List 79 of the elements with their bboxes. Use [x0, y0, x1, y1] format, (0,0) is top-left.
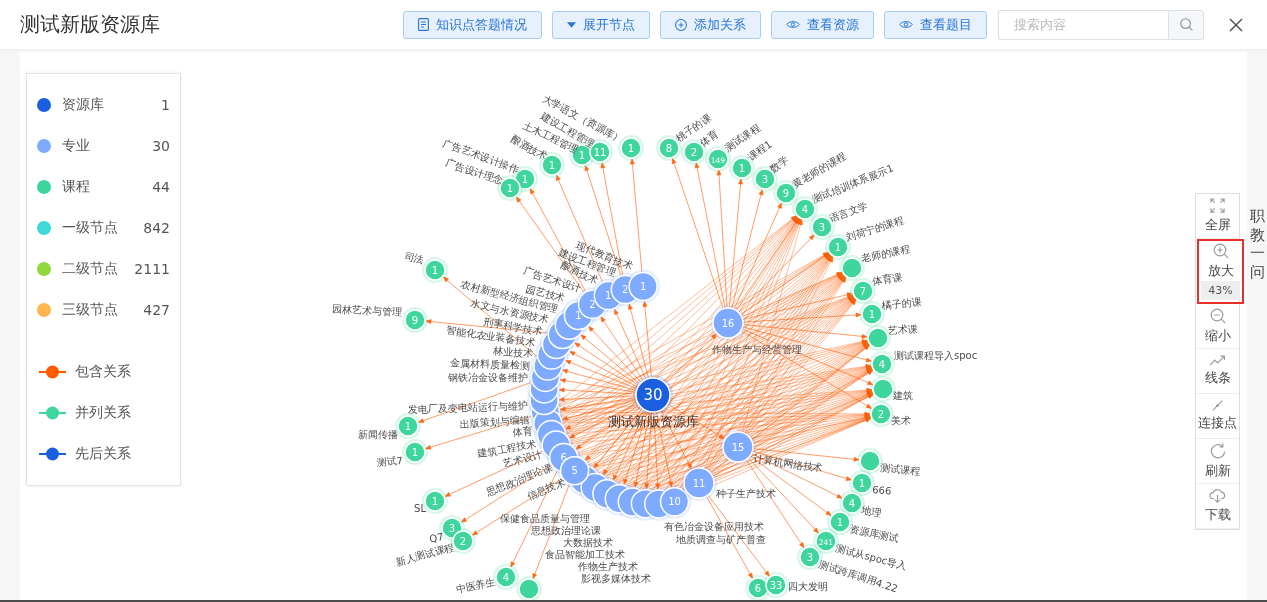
document-icon — [418, 18, 429, 31]
zoom-out-icon — [1209, 307, 1226, 324]
major-node: 10 — [657, 484, 692, 519]
view-button[interactable]: 查看题目 — [884, 10, 987, 39]
legend-count: 842 — [143, 219, 170, 236]
node-label: 美术 — [891, 415, 911, 426]
node-label: 大数据技术 — [563, 537, 613, 548]
legend-count: 30 — [152, 137, 170, 154]
course-node: 1 — [618, 135, 644, 161]
node-label: 老师的课程 — [860, 242, 912, 264]
search-field[interactable]: 搜索内容 — [998, 9, 1168, 40]
node-label: 园林艺术与管理 — [332, 303, 403, 318]
course-node: 9 — [402, 307, 428, 333]
legend-label: 包含关系 — [75, 362, 131, 381]
node-label: 测试7 — [375, 455, 404, 469]
legend-label: 一级节点 — [62, 218, 118, 237]
node-label: 数学 — [767, 154, 791, 175]
node-label: 测试课程导入spoc — [894, 350, 978, 361]
major-node: 11 — [681, 465, 717, 501]
cloud-download-icon — [1209, 488, 1226, 503]
legend-label: 并列关系 — [75, 403, 131, 422]
close-button[interactable] — [1229, 17, 1243, 32]
node-label: 测试课程 — [879, 462, 921, 477]
eye-icon — [899, 20, 913, 29]
refresh-icon — [1209, 442, 1226, 459]
caret-down-icon — [567, 21, 576, 28]
side-label: 职教一问 — [1250, 207, 1265, 281]
legend-label: 二级节点 — [62, 259, 118, 278]
plus-circle-icon — [675, 18, 687, 31]
node-label: 种子生产技术 — [716, 488, 776, 499]
search-icon — [1179, 18, 1193, 31]
root-node: 30 — [633, 375, 673, 415]
legend-label: 资源库 — [62, 95, 104, 114]
node-label: 食品智能加工技术 — [545, 549, 625, 560]
legend-label: 三级节点 — [62, 300, 118, 319]
node-label: 建筑 — [893, 390, 913, 401]
node-label: 有色冶金设备应用技术 — [664, 521, 764, 532]
node-label: Q7 — [428, 531, 445, 545]
legend-label: 先后关系 — [75, 444, 131, 463]
add-relation-button[interactable]: 添加关系 — [660, 10, 761, 39]
node-label: 发电厂及变电站运行与维护 — [407, 400, 529, 416]
view-button[interactable]: 查看资源 — [771, 10, 874, 39]
legend-label: 课程 — [62, 177, 90, 196]
zoom-in-icon — [1212, 242, 1229, 259]
course-node: 1 — [402, 439, 428, 465]
course-node: 33 — [763, 572, 789, 598]
close-icon — [1229, 17, 1243, 32]
node-label: 影视多媒体技术 — [581, 573, 651, 584]
node-label: 作物生产技术 — [578, 561, 638, 572]
legend-count: 44 — [152, 178, 170, 195]
zoom-in-button[interactable]: 放大 — [1199, 241, 1242, 282]
expand-nodes-button[interactable]: 展开节点 — [552, 10, 650, 39]
window-title: 测试新版资源库 — [20, 11, 160, 38]
course-node: 4 — [869, 351, 895, 377]
major-node: 1 — [626, 269, 661, 304]
trend-line-icon — [1209, 355, 1226, 366]
node-label: 艺术课 — [887, 323, 919, 336]
eye-icon — [786, 20, 800, 29]
node-label: 地质调查与矿产普查 — [676, 534, 766, 545]
fullscreen-icon — [1210, 198, 1225, 213]
legend-label: 专业 — [62, 136, 90, 155]
node-label: 体育 — [512, 425, 534, 438]
node-label: 金属材料质量检测 — [450, 357, 531, 371]
node-label: 新闻传播 — [358, 429, 398, 440]
connector-icon — [1212, 400, 1223, 411]
answer-stats-button[interactable]: 知识点答题情况 — [403, 10, 542, 39]
legend-count: 427 — [143, 301, 170, 318]
legend-count: 2111 — [134, 260, 170, 277]
node-label: SL — [414, 503, 426, 514]
node-label: 钢铁冶金设备维护 — [448, 372, 528, 383]
node-label: 语言文学 — [827, 199, 870, 224]
node-label: 思想政治理论课 — [531, 525, 601, 536]
major-node: 16 — [710, 305, 746, 341]
course-node: 1 — [422, 257, 448, 283]
legend-count: 1 — [161, 96, 170, 113]
node-label: 作物生产与经营管理 — [712, 344, 802, 355]
zoom-level: 43% — [1201, 282, 1240, 300]
node-label: 测试新版资源库 — [607, 414, 699, 429]
node-label: 四大发明 — [788, 581, 828, 592]
